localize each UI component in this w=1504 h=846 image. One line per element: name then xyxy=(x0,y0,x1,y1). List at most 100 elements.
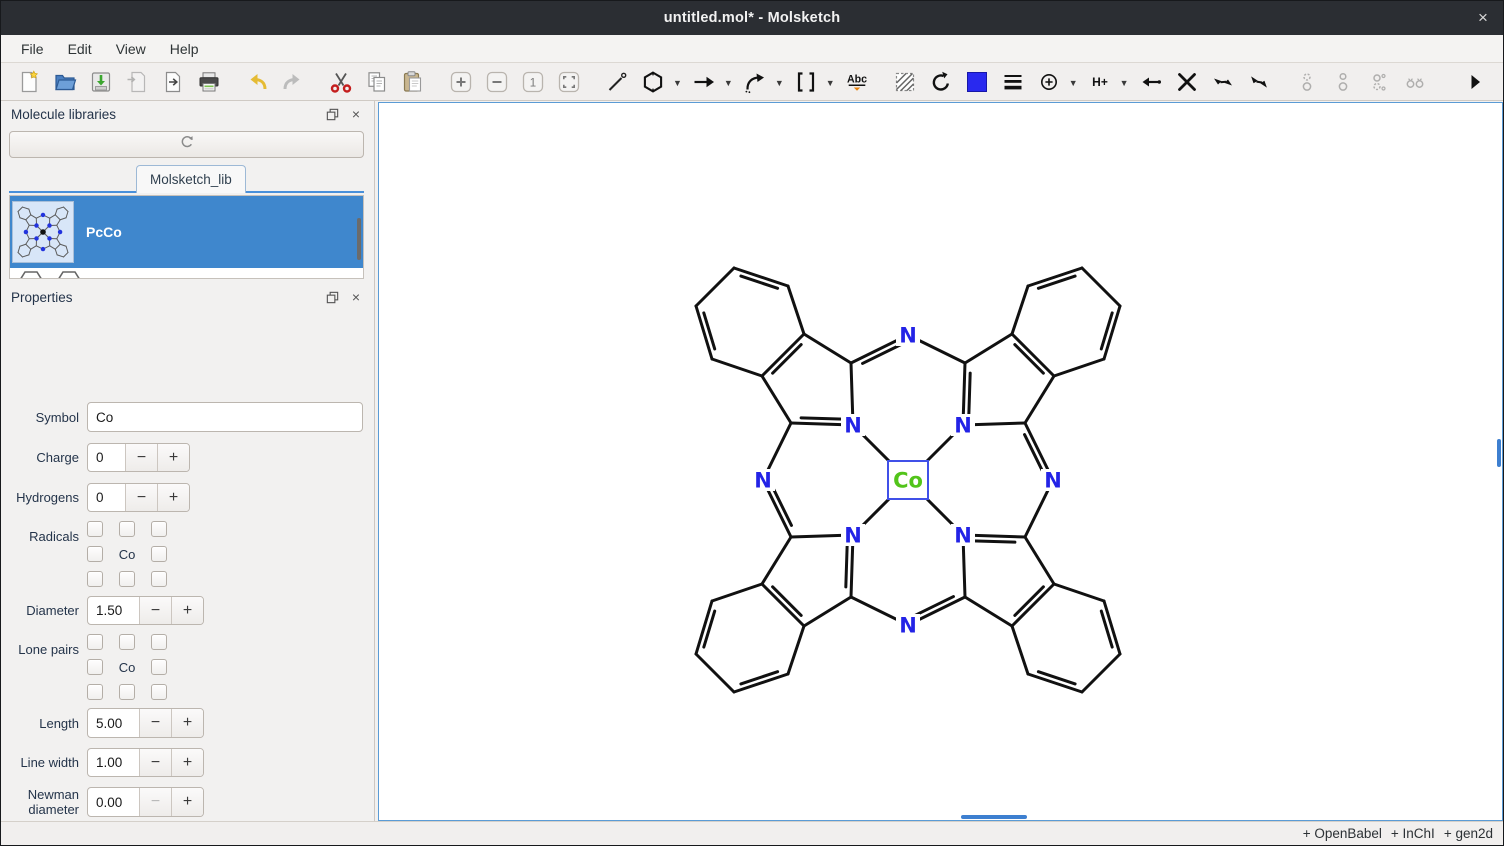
radical-checkbox[interactable] xyxy=(119,571,135,587)
radical-checkbox[interactable] xyxy=(151,521,167,537)
tab-molsketch-lib[interactable]: Molsketch_lib xyxy=(136,165,246,193)
newman-diameter-plus-button[interactable]: + xyxy=(171,788,203,816)
import-file-button[interactable] xyxy=(124,69,150,95)
newman-diameter-value[interactable]: 0.00 xyxy=(88,788,139,816)
charge-value[interactable]: 0 xyxy=(88,444,125,471)
refresh-libraries-button[interactable] xyxy=(9,131,364,158)
line-width-plus-button[interactable]: + xyxy=(171,749,203,776)
hydrogens-dropdown-icon[interactable]: ▼ xyxy=(1120,75,1129,88)
diameter-value[interactable]: 1.50 xyxy=(88,597,139,624)
lone-pair-checkbox[interactable] xyxy=(151,634,167,650)
library-tabbar: Molsketch_lib xyxy=(9,164,364,193)
molsketch-window: untitled.mol* - Molsketch × File Edit Vi… xyxy=(0,0,1504,846)
line-width-minus-button[interactable]: − xyxy=(139,749,171,776)
radical-checkbox[interactable] xyxy=(87,546,103,562)
diameter-minus-button[interactable]: − xyxy=(139,597,171,624)
library-scrollbar[interactable] xyxy=(357,218,361,260)
lone-pair-checkbox[interactable] xyxy=(87,659,103,675)
zoom-fit-button[interactable] xyxy=(556,69,582,95)
radical-checkbox[interactable] xyxy=(151,546,167,562)
radical-checkbox[interactable] xyxy=(119,521,135,537)
title-bar[interactable]: untitled.mol* - Molsketch × xyxy=(1,1,1503,35)
length-plus-button[interactable]: + xyxy=(171,709,203,737)
brackets-button[interactable] xyxy=(793,69,819,95)
paste-button[interactable] xyxy=(400,69,426,95)
hydrogens-value[interactable]: 0 xyxy=(88,484,125,511)
mechanism-arrow-dropdown-icon[interactable]: ▼ xyxy=(775,75,784,88)
brackets-dropdown-icon[interactable]: ▼ xyxy=(826,75,835,88)
diameter-label: Diameter xyxy=(1,603,79,618)
library-item-pcco[interactable]: PcCo xyxy=(10,196,363,268)
reaction-arrow-dropdown-icon[interactable]: ▼ xyxy=(724,75,733,88)
status-gen2d: + gen2d xyxy=(1444,826,1493,841)
copy-button[interactable] xyxy=(364,69,390,95)
menu-help[interactable]: Help xyxy=(158,37,211,61)
charge-label: Charge xyxy=(1,450,79,465)
insert-ring-button[interactable] xyxy=(640,69,666,95)
length-value[interactable]: 5.00 xyxy=(88,709,139,737)
symbol-label: Symbol xyxy=(1,410,79,425)
svg-text:N: N xyxy=(899,614,917,638)
menu-edit[interactable]: Edit xyxy=(56,37,104,61)
reaction-arrow-button[interactable] xyxy=(691,69,717,95)
charge-minus-button[interactable]: − xyxy=(125,444,157,471)
close-dock-icon[interactable]: × xyxy=(348,289,364,305)
new-file-button[interactable] xyxy=(16,69,42,95)
hydrogens-button[interactable]: H+ xyxy=(1087,69,1113,95)
lone-pair-checkbox[interactable] xyxy=(151,684,167,700)
lone-pair-checkbox[interactable] xyxy=(119,634,135,650)
lone-pair-checkbox[interactable] xyxy=(87,684,103,700)
close-window-icon[interactable]: × xyxy=(1473,8,1493,28)
newman-diameter-minus-button[interactable]: − xyxy=(139,788,171,816)
charge-plus-button[interactable]: + xyxy=(157,444,189,471)
length-minus-button[interactable]: − xyxy=(139,709,171,737)
lone-pair-checkbox[interactable] xyxy=(119,684,135,700)
canvas-vertical-scrollbar[interactable] xyxy=(1497,439,1501,467)
flip-vertical-button[interactable] xyxy=(1246,69,1272,95)
export-file-button[interactable] xyxy=(160,69,186,95)
radical-checkbox[interactable] xyxy=(87,571,103,587)
flip-horizontal-button[interactable] xyxy=(1210,69,1236,95)
draw-bond-button[interactable] xyxy=(604,69,630,95)
toolbar-overflow-button[interactable] xyxy=(1462,69,1488,95)
lasso-selection-button[interactable] xyxy=(892,69,918,95)
zoom-in-button[interactable] xyxy=(448,69,474,95)
line-width-value[interactable]: 1.00 xyxy=(88,749,139,776)
library-item-next-partial[interactable] xyxy=(10,268,363,279)
radical-checkbox[interactable] xyxy=(151,571,167,587)
insert-ring-dropdown-icon[interactable]: ▼ xyxy=(673,75,682,88)
undo-button[interactable] xyxy=(244,69,270,95)
radical-checkbox[interactable] xyxy=(87,521,103,537)
drawing-canvas[interactable]: CoNNNNNNNN xyxy=(378,102,1503,821)
save-file-button[interactable] xyxy=(88,69,114,95)
hydrogens-minus-button[interactable]: − xyxy=(125,484,157,511)
canvas-horizontal-scrollbar[interactable] xyxy=(961,815,1027,819)
properties-dock: Properties × Symbol Charge 0 − + Hydroge… xyxy=(1,284,374,821)
cut-button[interactable] xyxy=(328,69,354,95)
zoom-original-button[interactable]: 1 xyxy=(520,69,546,95)
diameter-plus-button[interactable]: + xyxy=(171,597,203,624)
menu-file[interactable]: File xyxy=(9,37,56,61)
symbol-field[interactable] xyxy=(87,402,363,432)
redo-button[interactable] xyxy=(280,69,306,95)
delete-button[interactable] xyxy=(1174,69,1200,95)
float-dock-icon[interactable] xyxy=(324,289,340,305)
color-swatch-button[interactable] xyxy=(964,69,990,95)
window-title: untitled.mol* - Molsketch xyxy=(664,10,841,26)
lone-pair-checkbox[interactable] xyxy=(151,659,167,675)
hydrogens-plus-button[interactable]: + xyxy=(157,484,189,511)
close-dock-icon[interactable]: × xyxy=(348,106,364,122)
charge-dropdown-icon[interactable]: ▼ xyxy=(1069,75,1078,88)
mechanism-arrow-button[interactable] xyxy=(742,69,768,95)
line-width-button[interactable] xyxy=(1000,69,1026,95)
rotate-button[interactable] xyxy=(928,69,954,95)
zoom-out-button[interactable] xyxy=(484,69,510,95)
charge-button[interactable] xyxy=(1036,69,1062,95)
open-file-button[interactable] xyxy=(52,69,78,95)
lone-pair-checkbox[interactable] xyxy=(87,634,103,650)
remove-hydrogen-button[interactable] xyxy=(1138,69,1164,95)
print-button[interactable] xyxy=(196,69,222,95)
menu-view[interactable]: View xyxy=(104,37,158,61)
insert-text-button[interactable]: Abc xyxy=(844,69,870,95)
float-dock-icon[interactable] xyxy=(324,106,340,122)
